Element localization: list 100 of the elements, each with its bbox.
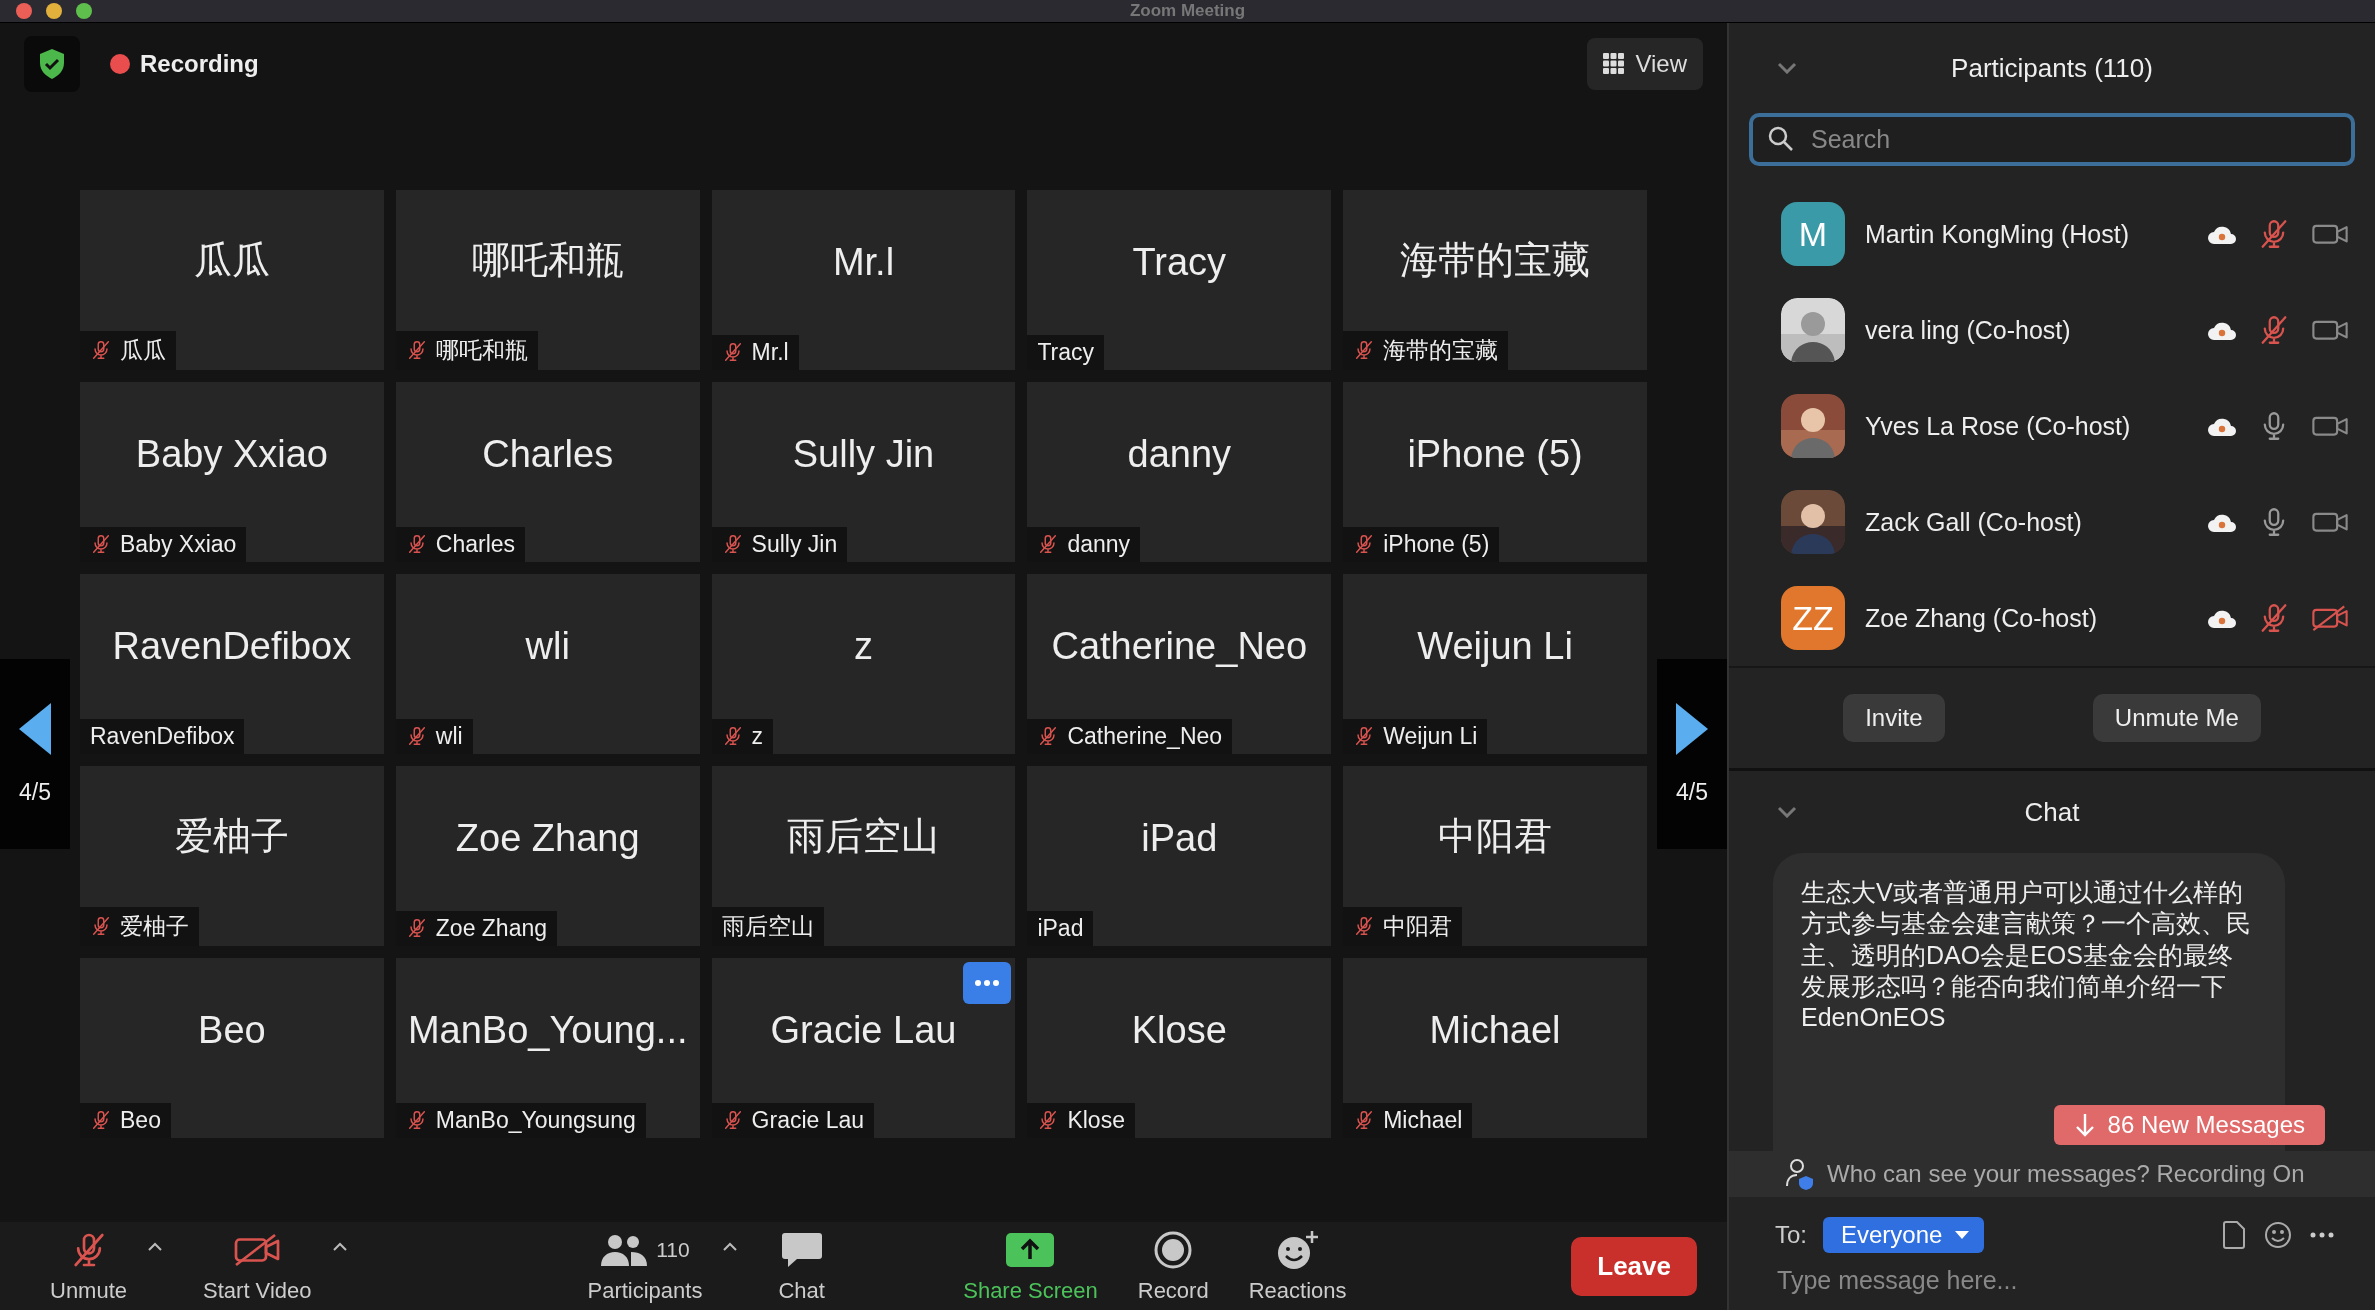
participants-title: Participants (110)	[1951, 52, 2153, 84]
search-field[interactable]: Search	[1749, 113, 2355, 166]
window-title: Zoom Meeting	[1129, 1, 1246, 21]
name-label-text: ManBo_Youngsung	[435, 1106, 636, 1134]
to-label: To:	[1775, 1221, 1807, 1249]
name-label-text: iPad	[1037, 914, 1084, 942]
video-tile[interactable]: 海带的宝藏 海带的宝藏	[1343, 189, 1647, 370]
caret-icon[interactable]	[147, 1242, 164, 1252]
video-tile[interactable]: Michael Michael	[1343, 957, 1647, 1138]
emoji-icon[interactable]	[2263, 1220, 2293, 1250]
speech-bubble-icon	[780, 1231, 823, 1269]
video-tile[interactable]: Catherine_Neo Catherine_Neo	[1027, 573, 1332, 754]
minimize-window-button[interactable]	[46, 3, 62, 19]
name-label-text: Beo	[120, 1106, 161, 1134]
file-icon[interactable]	[2221, 1220, 2247, 1250]
participant-name: 瓜瓜	[193, 237, 270, 283]
video-tile[interactable]: Sully Jin Sully Jin	[711, 381, 1016, 562]
participant-name: Zoe Zhang (Co-host)	[1865, 603, 2098, 633]
participant-name: 雨后空山	[787, 813, 940, 859]
participant-name: danny	[1127, 432, 1232, 476]
name-label-text: 瓜瓜	[120, 335, 166, 365]
video-tile[interactable]: Zoe Zhang Zoe Zhang	[395, 765, 700, 946]
name-label-text: RavenDefibox	[90, 722, 235, 750]
chat-title: Chat	[2024, 796, 2080, 828]
share-screen-icon	[1006, 1233, 1055, 1267]
video-tile[interactable]: ManBo_Young... ManBo_Youngsung	[395, 957, 700, 1138]
mic-toolbar-button[interactable]: Unmute	[50, 1228, 128, 1304]
participant-name: Sully Jin	[792, 432, 935, 476]
video-tile[interactable]: iPhone (5) iPhone (5)	[1343, 381, 1647, 562]
video-tile[interactable]: 爱柚子 爱柚子	[80, 765, 384, 946]
video-tile[interactable]: Charles Charles	[395, 381, 700, 562]
video-tile[interactable]: Beo Beo	[80, 957, 384, 1138]
collapse-chevron-icon[interactable]	[1777, 806, 1797, 818]
chat-toolbar-button[interactable]: Chat	[778, 1228, 825, 1304]
add-reaction-icon	[1275, 1229, 1320, 1271]
next-page-button[interactable]: 4/5	[1657, 658, 1727, 849]
participant-name: Mr.l	[832, 240, 895, 284]
down-arrow-icon	[2073, 1112, 2096, 1138]
page-indicator: 4/5	[1676, 779, 1708, 806]
video-tile[interactable]: Baby Xxiao Baby Xxiao	[80, 381, 384, 562]
dropdown-caret-icon	[1954, 1230, 1971, 1240]
participant-count: 110	[656, 1238, 690, 1262]
recipient-dropdown[interactable]: Everyone	[1823, 1217, 1985, 1253]
more-icon[interactable]	[2309, 1231, 2335, 1239]
video-tile[interactable]: 瓜瓜 瓜瓜	[80, 189, 384, 370]
collapse-chevron-icon[interactable]	[1777, 62, 1797, 74]
panel-button[interactable]: Invite	[1843, 694, 1945, 742]
video-toolbar-button[interactable]: Start Video	[203, 1228, 312, 1304]
participant-name: ManBo_Young...	[407, 1008, 688, 1052]
participant-name: Michael	[1429, 1008, 1561, 1052]
more-options-button[interactable]	[963, 961, 1012, 1004]
participants-toolbar-button[interactable]: 110 Participants	[587, 1228, 703, 1304]
participant-row[interactable]: Yves La Rose (Co-host)	[1729, 378, 2375, 474]
caret-icon[interactable]	[722, 1242, 739, 1252]
name-label-text: Tracy	[1037, 338, 1095, 366]
participant-name: Zack Gall (Co-host)	[1865, 507, 2082, 537]
participant-name: Gracie Lau	[770, 1008, 957, 1052]
participant-name: Baby Xxiao	[135, 432, 328, 476]
video-tile[interactable]: 中阳君 中阳君	[1343, 765, 1647, 946]
avatar: ZZ	[1781, 586, 1845, 650]
name-label-text: danny	[1067, 530, 1131, 558]
view-button[interactable]: View	[1587, 38, 1703, 90]
video-tile[interactable]: Tracy Tracy	[1027, 189, 1332, 370]
name-label-text: 雨后空山	[721, 911, 814, 941]
dots-icon	[974, 978, 1001, 987]
participant-row[interactable]: M Martin KongMing (Host)	[1729, 186, 2375, 282]
participant-name: Martin KongMing (Host)	[1865, 219, 2129, 249]
participant-name: Weijun Li	[1417, 624, 1573, 668]
name-label-text: Weijun Li	[1383, 722, 1478, 750]
search-icon	[1767, 125, 1795, 153]
participant-row[interactable]: vera ling (Co-host)	[1729, 282, 2375, 378]
participant-row[interactable]: Zack Gall (Co-host)	[1729, 474, 2375, 570]
name-label-text: wli	[435, 722, 463, 750]
participant-name: RavenDefibox	[112, 624, 352, 668]
caret-icon[interactable]	[331, 1242, 348, 1252]
record-toolbar-button[interactable]: Record	[1137, 1228, 1209, 1304]
video-tile[interactable]: Gracie Lau Gracie Lau	[711, 957, 1016, 1138]
leave-button[interactable]: Leave	[1571, 1236, 1697, 1296]
video-tile[interactable]: Klose Klose	[1027, 957, 1332, 1138]
message-input[interactable]: Type message here...	[1775, 1265, 2329, 1296]
video-tile[interactable]: danny danny	[1027, 381, 1332, 562]
panel-button[interactable]: Unmute Me	[2092, 694, 2261, 742]
video-tile[interactable]: iPad iPad	[1027, 765, 1332, 946]
maximize-window-button[interactable]	[76, 3, 92, 19]
video-tile[interactable]: z z	[711, 573, 1016, 754]
video-tile[interactable]: Mr.l Mr.l	[711, 189, 1016, 370]
participant-name: 哪吒和瓶	[471, 237, 624, 283]
video-tile[interactable]: 哪吒和瓶 哪吒和瓶	[395, 189, 700, 370]
security-shield-icon[interactable]	[24, 36, 80, 92]
name-label-text: Klose	[1067, 1106, 1125, 1134]
participant-row[interactable]: ZZ Zoe Zhang (Co-host)	[1729, 570, 2375, 666]
video-tile[interactable]: Weijun Li Weijun Li	[1343, 573, 1647, 754]
close-window-button[interactable]	[16, 3, 32, 19]
video-tile[interactable]: 雨后空山 雨后空山	[711, 765, 1016, 946]
reactions-toolbar-button[interactable]: Reactions	[1248, 1228, 1347, 1304]
video-tile[interactable]: wli wli	[395, 573, 700, 754]
previous-page-button[interactable]: 4/5	[0, 658, 70, 849]
name-label-text: iPhone (5)	[1383, 530, 1490, 558]
share-toolbar-button[interactable]: Share Screen	[963, 1228, 1098, 1304]
video-tile[interactable]: RavenDefibox RavenDefibox	[80, 573, 384, 754]
